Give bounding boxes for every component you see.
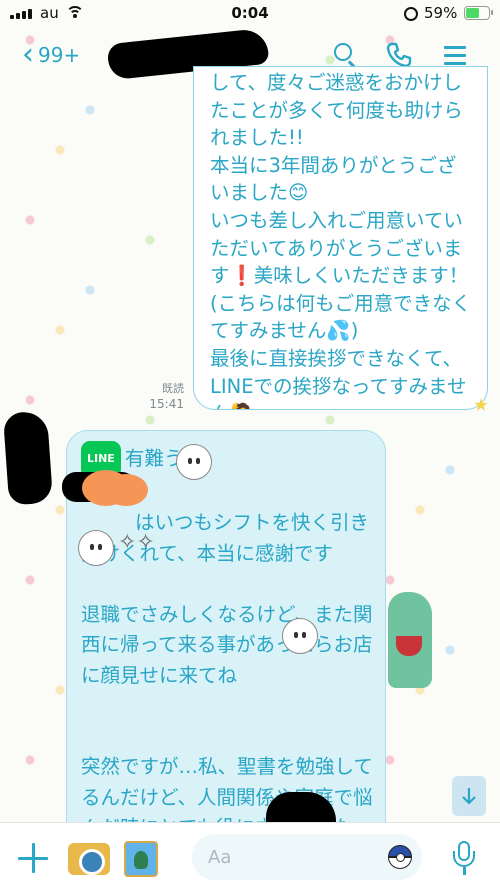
battery-icon xyxy=(464,6,493,20)
character-decoration xyxy=(388,592,432,688)
camera-icon[interactable] xyxy=(68,843,110,875)
sticker-emoji-2 xyxy=(78,530,114,566)
sticker-emoji xyxy=(176,444,212,480)
back-button[interactable]: ‹ 99+ xyxy=(22,38,80,72)
battery-percent: 59% xyxy=(424,4,458,22)
sparkle-icon: ✧✧ xyxy=(118,530,155,555)
orientation-lock-icon xyxy=(404,7,418,21)
pokeball-icon[interactable] xyxy=(388,845,412,869)
message-timestamp: 15:41 xyxy=(149,397,184,411)
status-bar: au 0:04 59% xyxy=(0,0,500,28)
avatar[interactable] xyxy=(2,410,54,506)
scroll-down-button[interactable] xyxy=(452,776,486,816)
arrow-down-icon xyxy=(462,788,476,805)
plus-icon[interactable] xyxy=(18,843,48,873)
chevron-left-icon: ‹ xyxy=(22,37,34,72)
sticker-emoji-3 xyxy=(282,618,318,654)
outgoing-message-text: して、度々ご迷惑をおかけしたことが多くて何度も助けられました!! 本当に3年間あ… xyxy=(210,71,472,409)
message-input-bar xyxy=(0,822,500,889)
mic-icon[interactable] xyxy=(452,841,476,877)
name-redaction-orange xyxy=(82,470,130,506)
unread-count: 99+ xyxy=(38,43,81,67)
read-receipt: 既読 xyxy=(162,382,184,395)
outgoing-message-bubble[interactable]: して、度々ご迷惑をおかけしたことが多くて何度も助けられました!! 本当に3年間あ… xyxy=(193,66,488,410)
image-icon[interactable] xyxy=(124,841,158,877)
